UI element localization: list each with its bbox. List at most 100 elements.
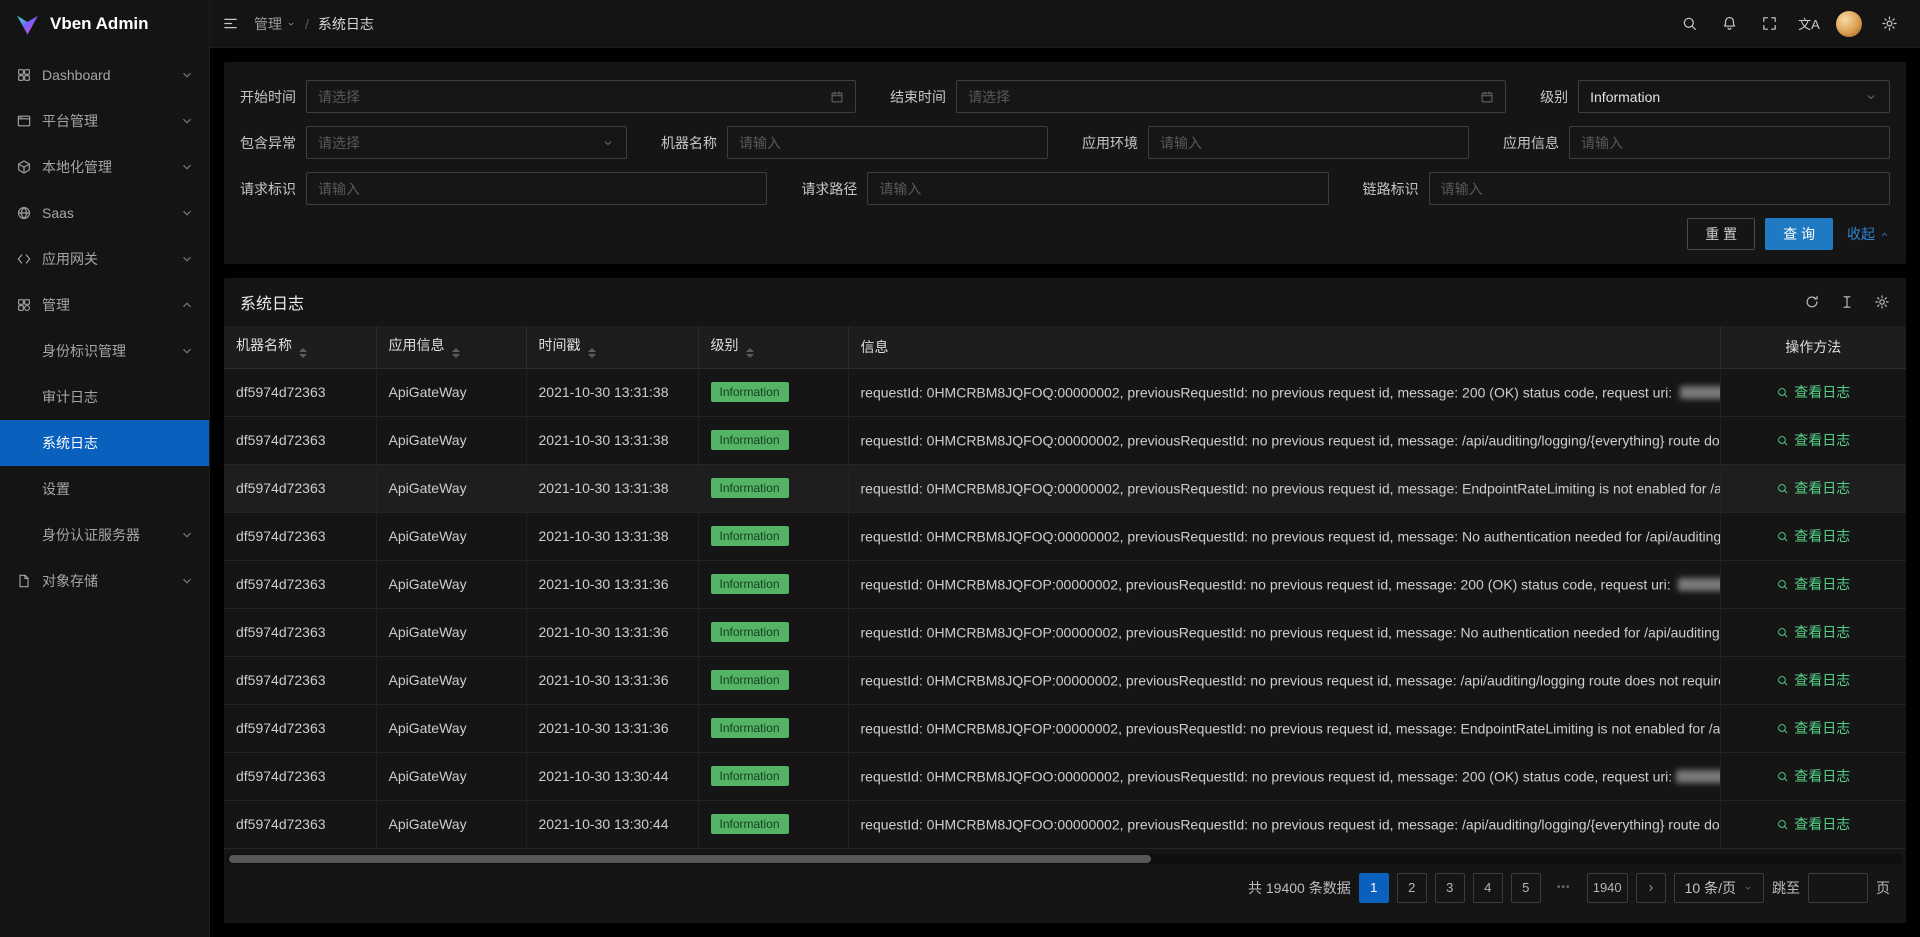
jump-page-input[interactable] [1808, 873, 1868, 903]
column-header-level[interactable]: 级别 [698, 326, 848, 368]
table-row: df5974d72363ApiGateWay2021-10-30 13:31:3… [224, 704, 1906, 752]
table-settings-icon[interactable] [1874, 294, 1890, 310]
scrollbar-thumb[interactable] [229, 855, 1151, 863]
gateway-icon [16, 251, 32, 267]
column-header-actions: 操作方法 [1720, 326, 1906, 368]
cell-level: Information [698, 752, 848, 800]
pagination-page-4[interactable]: 4 [1473, 873, 1503, 903]
storage-icon [16, 573, 32, 589]
search-icon [1776, 386, 1789, 399]
view-log-link[interactable]: 查看日志 [1776, 814, 1850, 834]
field-label: 应用信息 [1503, 133, 1559, 153]
fullscreen-button[interactable] [1750, 0, 1788, 48]
request-path-input[interactable] [867, 172, 1328, 205]
sidebar-item-localization[interactable]: 本地化管理 [0, 144, 209, 190]
machine-name-input[interactable] [727, 126, 1048, 159]
view-log-link[interactable]: 查看日志 [1776, 670, 1850, 690]
cell-app-info: ApiGateWay [376, 608, 526, 656]
breadcrumb-separator: / [305, 16, 309, 32]
cell-app-info: ApiGateWay [376, 560, 526, 608]
logo[interactable]: Vben Admin [0, 0, 209, 48]
chevron-down-icon [179, 251, 195, 267]
sidebar-item-system-logs[interactable]: 系统日志 [0, 420, 209, 466]
sidebar-item-object-storage[interactable]: 对象存储 [0, 558, 209, 604]
table-row: df5974d72363ApiGateWay2021-10-30 13:31:3… [224, 368, 1906, 416]
sidebar-item-audit-logs[interactable]: 审计日志 [0, 374, 209, 420]
pagination-pages-ellipsis: ••• [1549, 873, 1579, 903]
view-log-link[interactable]: 查看日志 [1776, 574, 1850, 594]
view-log-label: 查看日志 [1794, 670, 1850, 690]
sidebar-item-management[interactable]: 管理 [0, 282, 209, 328]
bell-icon [1721, 15, 1738, 32]
sidebar-item-platform-management[interactable]: 平台管理 [0, 98, 209, 144]
log-message: requestId: 0HMCRBM8JQFOP:00000002, previ… [861, 721, 1721, 737]
cell-message: requestId: 0HMCRBM8JQFOQ:00000002, previ… [848, 368, 1720, 416]
sidebar-item-identity-management[interactable]: 身份标识管理 [0, 328, 209, 374]
view-log-link[interactable]: 查看日志 [1776, 622, 1850, 642]
has-exception-select[interactable]: 请选择 [306, 126, 627, 159]
field-label: 请求标识 [240, 179, 296, 199]
view-log-link[interactable]: 查看日志 [1776, 526, 1850, 546]
view-log-link[interactable]: 查看日志 [1776, 718, 1850, 738]
sidebar-item-saas[interactable]: Saas [0, 190, 209, 236]
sidebar-item-label: 管理 [42, 295, 169, 315]
search-button[interactable] [1670, 0, 1708, 48]
user-avatar-button[interactable] [1830, 0, 1868, 48]
sidebar-item-settings[interactable]: 设置 [0, 466, 209, 512]
view-log-label: 查看日志 [1794, 526, 1850, 546]
pagination: 共 19400 条数据 12345•••1940 10 条/页 跳至 页 [224, 864, 1906, 909]
pagination-page-5[interactable]: 5 [1511, 873, 1541, 903]
field-label: 包含异常 [240, 133, 296, 153]
sidebar-item-dashboard[interactable]: Dashboard [0, 52, 209, 98]
redacted-blur [1680, 386, 1720, 399]
field-label: 开始时间 [240, 87, 296, 107]
table-row: df5974d72363ApiGateWay2021-10-30 13:31:3… [224, 560, 1906, 608]
cell-timestamp: 2021-10-30 13:31:36 [526, 560, 698, 608]
view-log-label: 查看日志 [1794, 382, 1850, 402]
horizontal-scrollbar[interactable] [227, 854, 1903, 864]
column-height-icon[interactable] [1839, 294, 1855, 310]
end-time-date-picker[interactable]: 请选择 [956, 80, 1506, 113]
sidebar-item-app-gateway[interactable]: 应用网关 [0, 236, 209, 282]
table-bar: 系统日志 [224, 278, 1906, 326]
cell-message: requestId: 0HMCRBM8JQFOP:00000002, previ… [848, 560, 1720, 608]
cell-actions: 查看日志 [1720, 656, 1906, 704]
pagination-next-page[interactable] [1636, 873, 1666, 903]
request-id-input[interactable] [306, 172, 767, 205]
log-message: requestId: 0HMCRBM8JQFOQ:00000002, previ… [861, 385, 1677, 401]
page-size-value: 10 条/页 [1685, 878, 1736, 898]
app-environment-input[interactable] [1148, 126, 1469, 159]
settings-button[interactable] [1870, 0, 1908, 48]
cell-level: Information [698, 800, 848, 848]
sidebar-item-auth-server[interactable]: 身份认证服务器 [0, 512, 209, 558]
main-content: 开始时间请选择结束时间请选择级别Information包含异常请选择机器名称应用… [210, 48, 1920, 937]
trace-id-input[interactable] [1429, 172, 1890, 205]
language-button[interactable]: 文A [1790, 0, 1828, 48]
search-button[interactable]: 查 询 [1765, 218, 1833, 250]
notifications-button[interactable] [1710, 0, 1748, 48]
view-log-link[interactable]: 查看日志 [1776, 478, 1850, 498]
column-header-app-info[interactable]: 应用信息 [376, 326, 526, 368]
view-log-link[interactable]: 查看日志 [1776, 430, 1850, 450]
collapse-link[interactable]: 收起 [1847, 224, 1890, 244]
level-select[interactable]: Information [1578, 80, 1890, 113]
app-info-input[interactable] [1569, 126, 1890, 159]
view-log-link[interactable]: 查看日志 [1776, 766, 1850, 786]
pagination-page-1940[interactable]: 1940 [1587, 873, 1628, 903]
breadcrumb-root[interactable]: 管理 [254, 14, 296, 34]
cell-level: Information [698, 608, 848, 656]
refresh-icon[interactable] [1804, 294, 1820, 310]
level-badge: Information [711, 478, 789, 498]
pagination-page-1[interactable]: 1 [1359, 873, 1389, 903]
chevron-up-icon [179, 297, 195, 313]
column-header-timestamp[interactable]: 时间戳 [526, 326, 698, 368]
menu-fold-icon[interactable] [222, 15, 239, 32]
pagination-page-3[interactable]: 3 [1435, 873, 1465, 903]
view-log-link[interactable]: 查看日志 [1776, 382, 1850, 402]
start-time-date-picker[interactable]: 请选择 [306, 80, 856, 113]
page-size-select[interactable]: 10 条/页 [1674, 873, 1764, 903]
pagination-page-2[interactable]: 2 [1397, 873, 1427, 903]
column-header-machine-name[interactable]: 机器名称 [224, 326, 376, 368]
reset-button[interactable]: 重 置 [1687, 218, 1755, 250]
breadcrumb-root-label: 管理 [254, 14, 282, 34]
